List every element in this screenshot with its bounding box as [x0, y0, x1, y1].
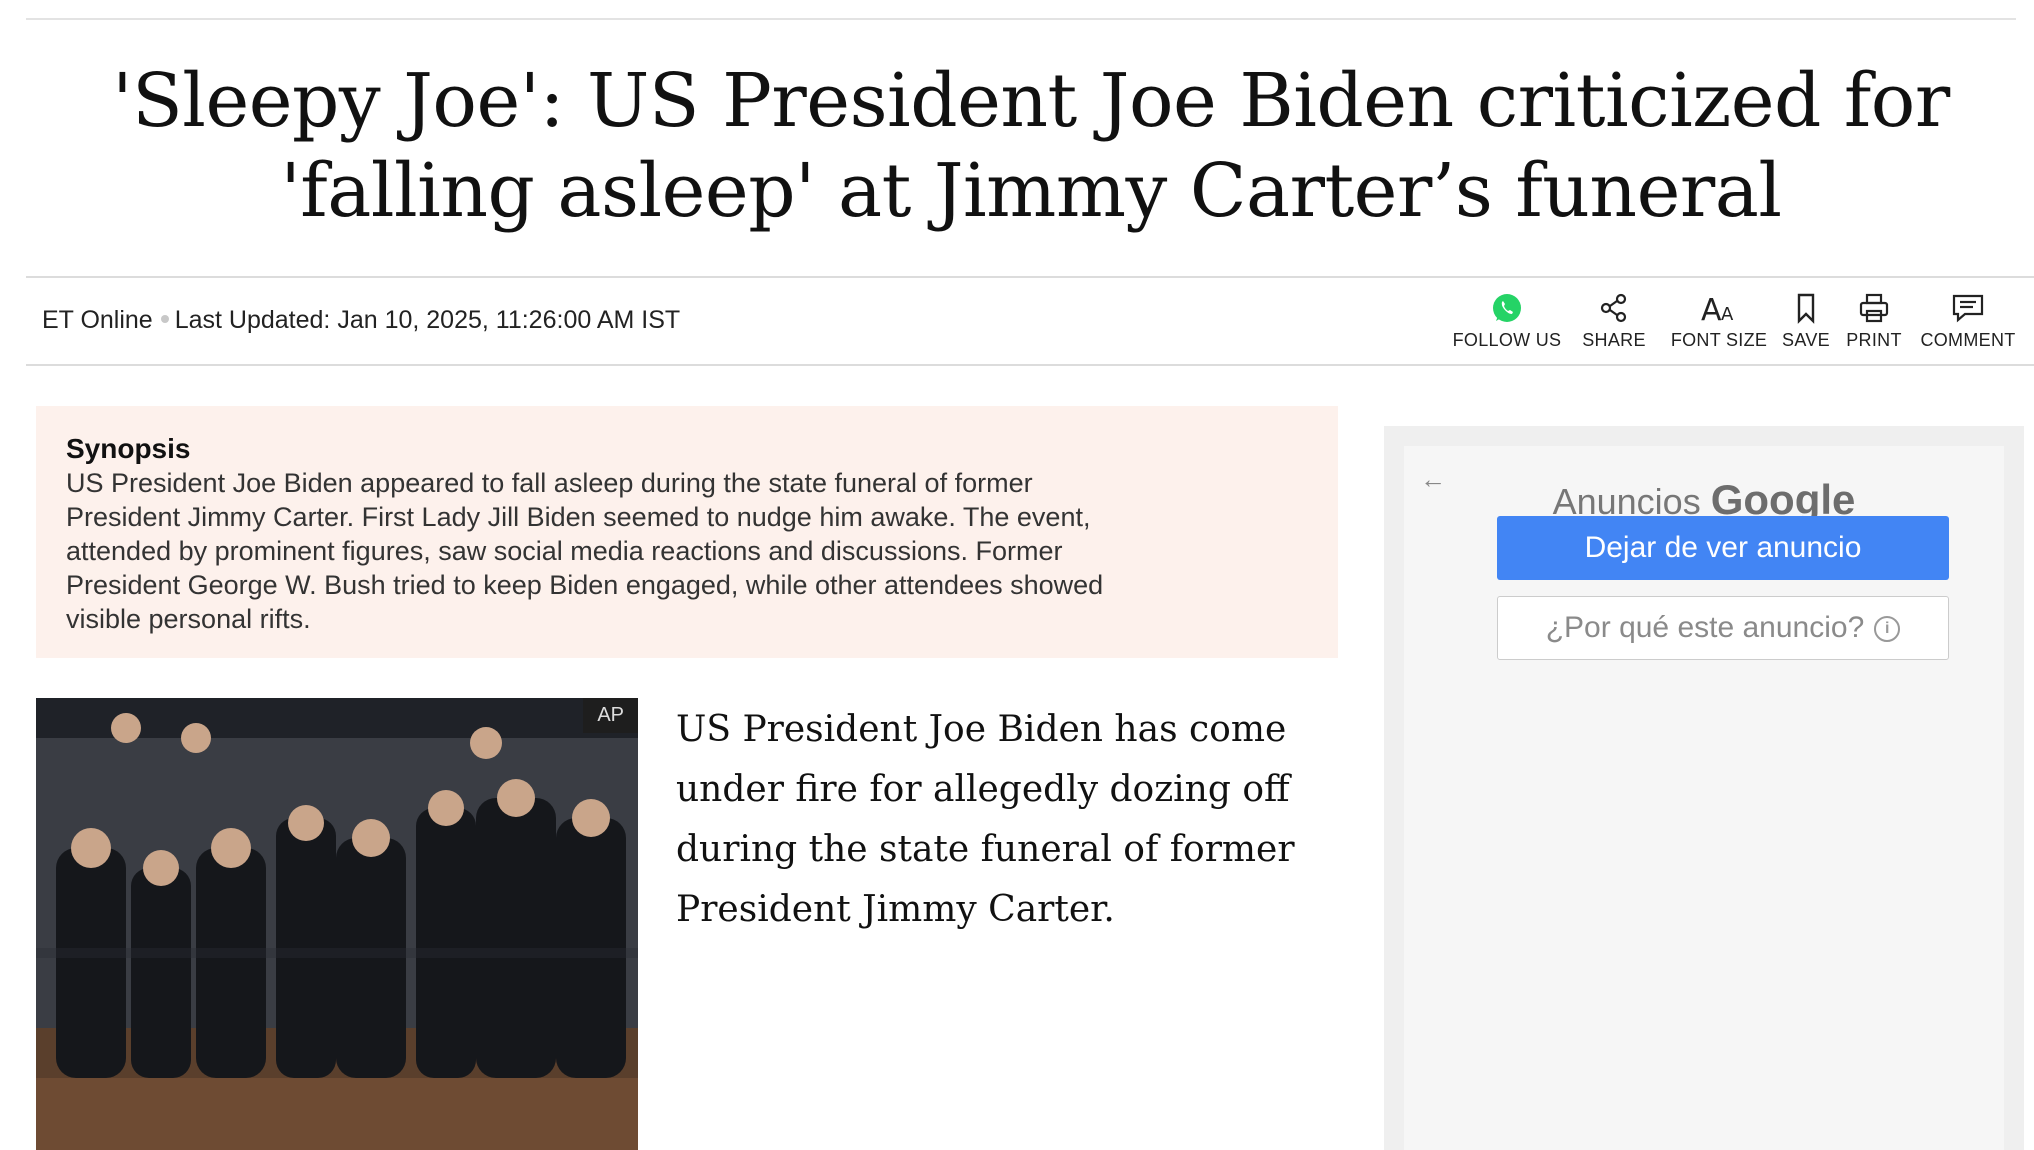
why-this-ad-button[interactable]: ¿Por qué este anuncio? i	[1497, 596, 1949, 660]
font-size-icon: A A	[1668, 292, 1770, 328]
byline-top-divider	[26, 276, 2034, 278]
synopsis-text: US President Joe Biden appeared to fall …	[66, 466, 1308, 636]
funeral-photo-illustration	[36, 698, 638, 1150]
ad-container: ← Anuncios Google Dejar de ver anuncio ¿…	[1384, 426, 2024, 1150]
article-headline: 'Sleepy Joe': US President Joe Biden cri…	[26, 56, 2034, 236]
bookmark-icon	[1780, 292, 1832, 324]
synopsis-line: President Jimmy Carter. First Lady Jill …	[66, 502, 1091, 532]
share-label: SHARE	[1582, 330, 1646, 350]
stop-seeing-ad-button[interactable]: Dejar de ver anuncio	[1497, 516, 1949, 580]
comment-button[interactable]: COMMENT	[1916, 292, 2020, 362]
why-this-ad-label: ¿Por qué este anuncio?	[1545, 611, 1865, 644]
save-button[interactable]: SAVE	[1780, 292, 1832, 362]
comment-icon	[1916, 292, 2020, 324]
whatsapp-icon	[1450, 292, 1564, 324]
svg-text:A: A	[1721, 304, 1734, 324]
share-button[interactable]: SHARE	[1574, 292, 1654, 362]
article-lede: US President Joe Biden has come under fi…	[676, 709, 1295, 930]
font-size-button[interactable]: A A FONT SIZE	[1668, 292, 1770, 362]
image-credit: AP	[583, 698, 638, 733]
follow-us-button[interactable]: FOLLOW US	[1450, 292, 1564, 362]
byline-bottom-divider	[26, 364, 2034, 366]
font-size-label: FONT SIZE	[1670, 330, 1768, 350]
save-label: SAVE	[1782, 330, 1830, 350]
synopsis-box: Synopsis US President Joe Biden appeared…	[36, 406, 1338, 658]
article-toolbar: FOLLOW US SHARE A A FONT SIZE SAVE PRINT…	[0, 292, 2034, 362]
print-label: PRINT	[1846, 330, 1902, 350]
info-icon: i	[1874, 616, 1901, 643]
headline-line-2: 'falling asleep' at Jimmy Carter’s funer…	[280, 148, 1782, 234]
synopsis-line: President George W. Bush tried to keep B…	[66, 570, 1104, 600]
print-icon	[1842, 292, 1906, 324]
synopsis-title: Synopsis	[66, 433, 191, 464]
share-icon	[1574, 292, 1654, 324]
top-divider	[26, 18, 2016, 20]
follow-us-label: FOLLOW US	[1452, 330, 1562, 350]
ad-panel: ← Anuncios Google Dejar de ver anuncio ¿…	[1404, 446, 2004, 1150]
print-button[interactable]: PRINT	[1842, 292, 1906, 362]
synopsis-line: US President Joe Biden appeared to fall …	[66, 468, 1033, 498]
synopsis-line: attended by prominent figures, saw socia…	[66, 536, 1063, 566]
svg-text:A: A	[1701, 293, 1722, 324]
synopsis-line: visible personal rifts.	[66, 604, 311, 634]
headline-line-1: 'Sleepy Joe': US President Joe Biden cri…	[112, 58, 1950, 144]
comment-label: COMMENT	[1920, 330, 2016, 350]
article-photo[interactable]: AP	[36, 698, 638, 1150]
